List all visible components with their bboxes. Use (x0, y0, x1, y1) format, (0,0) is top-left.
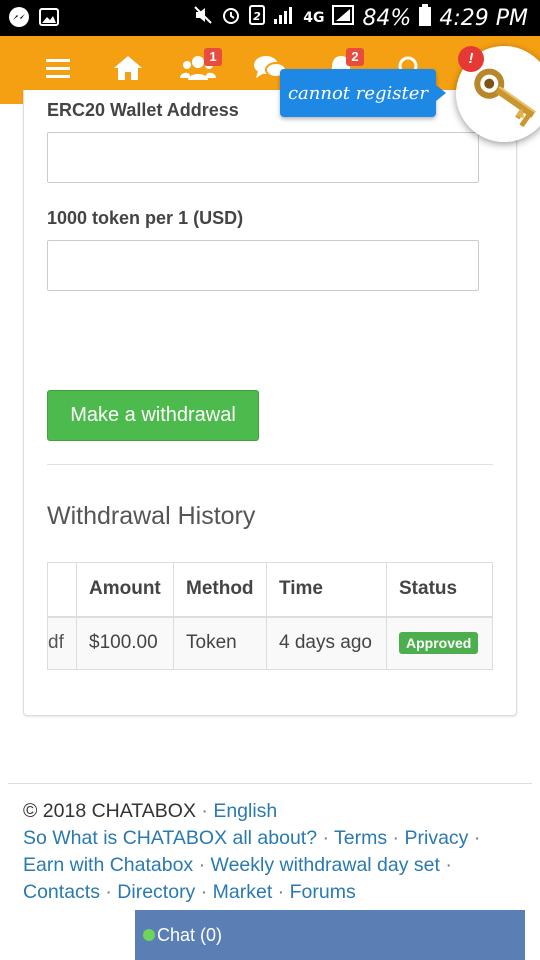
wallet-address-label: ERC20 Wallet Address (47, 100, 239, 120)
mute-icon (193, 5, 213, 31)
column-header-id (47, 562, 77, 618)
column-header-time: Time (266, 562, 387, 618)
make-withdrawal-button[interactable]: Make a withdrawal (47, 390, 259, 441)
home-icon[interactable] (112, 54, 144, 86)
signal-icon (273, 5, 295, 31)
column-header-amount: Amount (76, 562, 174, 618)
cell-id: df (47, 616, 77, 670)
withdrawal-history-table: Amount Method Time Status df $100.00 Tok… (47, 562, 493, 670)
signal-icon-2 (332, 5, 355, 31)
battery-icon (419, 4, 432, 32)
cell-method: Token (173, 616, 267, 670)
network-type: 4G (303, 10, 325, 26)
cell-status: Approved (386, 616, 493, 670)
withdrawal-history-title: Withdrawal History (47, 502, 256, 530)
token-rate-label: 1000 token per 1 (USD) (47, 208, 244, 228)
cell-time: 4 days ago (266, 616, 387, 670)
alert-badge: ! (458, 46, 484, 72)
tooltip-text: cannot register (287, 82, 429, 104)
status-bar: 2 4G 84% 4:29 PM (0, 0, 540, 36)
footer-link-market[interactable]: Market (213, 881, 273, 903)
sim-icon: 2 (249, 5, 266, 31)
footer: © 2018 CHATABOX · English So What is CHA… (23, 800, 481, 903)
users-badge: 1 (204, 48, 222, 66)
footer-link-earn[interactable]: Earn with Chatabox (23, 854, 193, 876)
chat-bar[interactable]: Chat (0) (135, 910, 525, 960)
footer-link-directory[interactable]: Directory (117, 881, 195, 903)
footer-link-withdrawal-day[interactable]: Weekly withdrawal day set (211, 854, 440, 876)
footer-link-forums[interactable]: Forums (290, 881, 356, 903)
status-badge: Approved (399, 632, 479, 655)
cannot-register-tooltip[interactable]: cannot register (280, 69, 446, 117)
online-status-icon (143, 929, 155, 941)
battery-percent: 84% (362, 5, 412, 31)
divider (47, 464, 493, 465)
footer-link-contacts[interactable]: Contacts (23, 881, 100, 903)
menu-icon[interactable] (44, 54, 76, 86)
copyright: © 2018 CHATABOX (23, 800, 196, 822)
footer-divider (8, 783, 532, 784)
chat-label: Chat (0) (157, 924, 223, 945)
cell-amount: $100.00 (76, 616, 174, 670)
gallery-icon (38, 6, 59, 26)
language-link[interactable]: English (213, 800, 277, 822)
notifications-badge: 2 (346, 48, 364, 66)
footer-link-terms[interactable]: Terms (334, 827, 387, 849)
footer-link-privacy[interactable]: Privacy (404, 827, 468, 849)
column-header-status: Status (386, 562, 493, 618)
table-header-row: Amount Method Time Status (47, 562, 493, 618)
svg-text:2: 2 (253, 10, 261, 23)
table-row: df $100.00 Token 4 days ago Approved (47, 616, 493, 670)
clock: 4:29 PM (439, 5, 528, 31)
messenger-icon (8, 6, 29, 27)
column-header-method: Method (173, 562, 267, 618)
alarm-icon (221, 5, 241, 31)
wallet-address-input[interactable] (47, 132, 479, 183)
footer-link-about[interactable]: So What is CHATABOX all about? (23, 827, 317, 849)
token-amount-input[interactable] (47, 240, 479, 291)
